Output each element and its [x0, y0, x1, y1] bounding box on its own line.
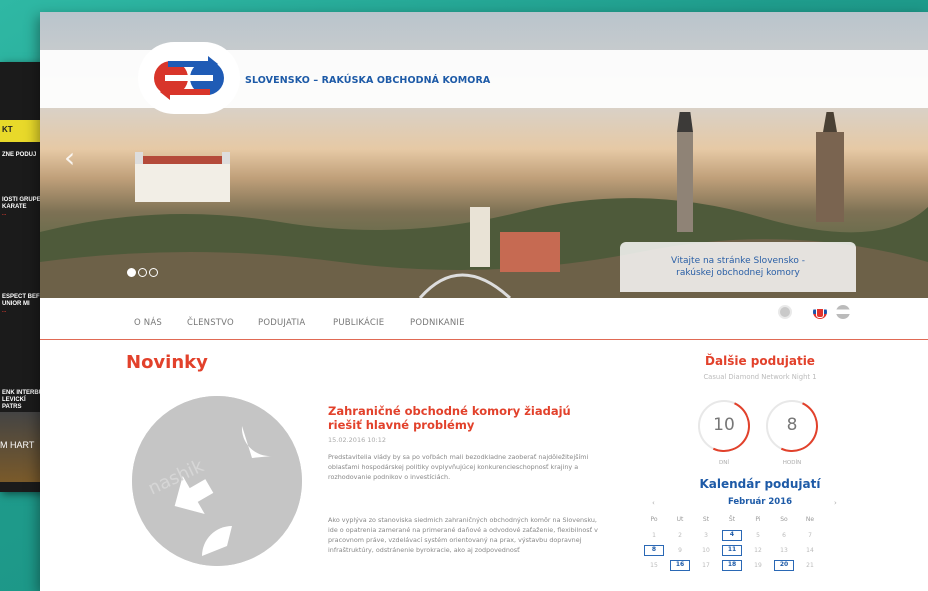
calendar-day: 10 [702, 547, 710, 554]
calendar-month: Február 2016 [727, 497, 793, 507]
calendar-day: 21 [806, 562, 814, 569]
calendar-day-event[interactable]: 8 [644, 545, 664, 556]
calendar-day: 12 [754, 547, 762, 554]
calendar-day-event[interactable]: 4 [722, 530, 742, 541]
hours-counter-value: 8 [786, 415, 798, 435]
next-event-name[interactable]: Casual Diamond Network Night 1 [660, 373, 860, 381]
austrian-flag-icon[interactable] [836, 305, 850, 319]
slider-dot[interactable] [127, 268, 136, 277]
calendar-day: 2 [678, 532, 682, 539]
calendar-day: 3 [704, 532, 708, 539]
nav-item-o-nas[interactable]: O NÁS [134, 318, 162, 328]
calendar-day: 15 [650, 562, 658, 569]
calendar-weekday: St [702, 516, 710, 523]
main-window: SLOVENSKO – RAKÚSKA OBCHODNÁ KOMORA ‹ Vi… [40, 12, 928, 591]
calendar-day: 7 [808, 532, 812, 539]
days-counter-label: DNÍ [719, 460, 729, 466]
site-name[interactable]: SLOVENSKO – RAKÚSKA OBCHODNÁ KOMORA [245, 75, 490, 86]
calendar-day-event[interactable]: 11 [722, 545, 742, 556]
article-title[interactable]: Zahraničné obchodné komory žiadajú rieši… [328, 404, 588, 432]
welcome-line: Vitajte na stránke Slovensko - [671, 256, 805, 266]
slider-prev-arrow-icon[interactable]: ‹ [64, 144, 75, 172]
article-paragraph: Predstavitelia vlády by sa po voľbách ma… [328, 453, 589, 481]
news-heading: Novinky [126, 352, 208, 373]
logo[interactable] [138, 42, 240, 114]
next-event-title: Ďalšie podujatie [705, 354, 815, 368]
slovak-flag-icon[interactable] [813, 305, 827, 319]
calendar-weekday: Ut [676, 516, 684, 523]
hours-counter-label: HODÍN [782, 460, 802, 466]
calendar-next-icon[interactable]: › [834, 499, 837, 507]
article-paragraph: Ako vyplýva zo stanoviska siedmich zahra… [328, 516, 598, 554]
nav-item-clenstvo[interactable]: ČLENSTVO [187, 318, 234, 328]
calendar-day-event[interactable]: 16 [670, 560, 690, 571]
calendar-day: 5 [756, 532, 760, 539]
article-image-placeholder[interactable]: nashik [132, 396, 302, 566]
calendar-day: 19 [754, 562, 762, 569]
placeholder-graphic: nashik [132, 396, 302, 566]
nav-item-podnikanie[interactable]: PODNIKANIE [410, 318, 465, 328]
article-date: 15.02.2016 10:12 [328, 436, 387, 444]
calendar-weekday: So [780, 516, 788, 523]
calendar-day: 1 [652, 532, 656, 539]
calendar-title: Kalendár podujatí [699, 477, 821, 491]
calendar-day: 6 [782, 532, 786, 539]
slider-dot[interactable] [149, 268, 158, 277]
calendar-day: 9 [678, 547, 682, 554]
calendar-weekday: Št [728, 516, 736, 523]
welcome-line: rakúskej obchodnej komory [676, 268, 800, 278]
nav-item-podujatia[interactable]: PODUJATIA [258, 318, 305, 328]
days-counter-value: 10 [713, 415, 735, 435]
calendar-day-event[interactable]: 18 [722, 560, 742, 571]
calendar-prev-icon[interactable]: ‹ [652, 499, 655, 507]
hero-slider: SLOVENSKO – RAKÚSKA OBCHODNÁ KOMORA ‹ Vi… [40, 12, 928, 298]
slider-dot[interactable] [138, 268, 147, 277]
search-icon[interactable] [778, 305, 792, 319]
calendar-day: 13 [780, 547, 788, 554]
main-nav: O NÁS ČLENSTVO PODUJATIA PUBLIKÁCIE PODN… [40, 298, 928, 340]
calendar-weekday: Ne [805, 516, 815, 523]
calendar-weekday: Po [650, 516, 658, 523]
calendar-weekday: Pi [755, 516, 761, 523]
calendar-day: 17 [702, 562, 710, 569]
calendar-day-event[interactable]: 20 [774, 560, 794, 571]
slider-dots [127, 268, 158, 277]
nav-item-publikacie[interactable]: PUBLIKÁCIE [333, 318, 384, 328]
logo-icon [154, 56, 224, 100]
calendar-day: 14 [806, 547, 814, 554]
welcome-banner: Vitajte na stránke Slovensko - rakúskej … [620, 242, 856, 292]
